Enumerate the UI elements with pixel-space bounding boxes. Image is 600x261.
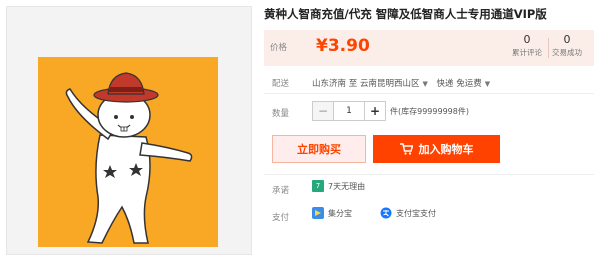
divider: [264, 93, 594, 94]
sales-stat: 0 交易成功: [546, 33, 588, 58]
shipping-label: 配送: [272, 79, 290, 89]
divider: [264, 174, 594, 175]
promise-label: 承诺: [272, 186, 290, 196]
ship-to-select[interactable]: 云南昆明西山区: [360, 79, 420, 89]
stock-info: 件(库存99999998件): [390, 107, 469, 116]
quantity-minus-button[interactable]: −: [313, 102, 333, 120]
add-to-cart-label: 加入购物车: [418, 143, 474, 156]
payment-method-1-label: 集分宝: [328, 208, 352, 218]
reviews-stat[interactable]: 0 累计评论: [506, 33, 548, 58]
payment-method-jifenbao[interactable]: 集分宝: [312, 207, 352, 219]
add-to-cart-button[interactable]: 加入购物车: [373, 135, 500, 163]
ship-to-word: 至: [348, 79, 358, 89]
chevron-down-icon[interactable]: ▼: [485, 80, 490, 88]
quantity-plus-button[interactable]: +: [365, 102, 385, 120]
chevron-down-icon[interactable]: ▼: [422, 80, 427, 88]
payment-method-2-label: 支付宝支付: [396, 208, 436, 218]
shipping-info: 山东济南 至 云南昆明西山区 ▼ 快递 免运费 ▼: [312, 77, 496, 89]
promise-item[interactable]: 7 7天无理由: [312, 180, 365, 192]
ship-method-select[interactable]: 快递 免运费: [437, 79, 482, 89]
payment-label: 支付: [272, 213, 290, 223]
reviews-label: 累计评论: [512, 48, 542, 57]
price-value: ¥3.90: [316, 36, 370, 56]
product-image-panel: [6, 6, 252, 255]
ship-from: 山东济南: [312, 79, 347, 89]
quantity-input[interactable]: 1: [333, 102, 365, 120]
price-panel: 价格 ¥3.90 0 累计评论 0 交易成功: [264, 30, 594, 66]
jifenbao-icon: [312, 207, 324, 219]
payment-method-alipay[interactable]: 支付宝支付: [380, 207, 436, 219]
alipay-icon: [380, 207, 392, 219]
product-image[interactable]: [38, 57, 218, 247]
sales-label: 交易成功: [552, 48, 582, 57]
reviews-count: 0: [523, 33, 531, 46]
cart-icon: [399, 143, 413, 155]
buy-now-button[interactable]: 立即购买: [272, 135, 366, 163]
price-label: 价格: [270, 43, 288, 53]
promise-text: 7天无理由: [328, 181, 366, 191]
seven-day-icon: 7: [312, 180, 324, 192]
product-title: 黄种人智商充值/代充 智障及低智商人士专用通道VIP版: [264, 7, 547, 21]
quantity-label: 数量: [272, 109, 290, 119]
sales-count: 0: [563, 33, 571, 46]
quantity-stepper: − 1 +: [312, 101, 386, 121]
